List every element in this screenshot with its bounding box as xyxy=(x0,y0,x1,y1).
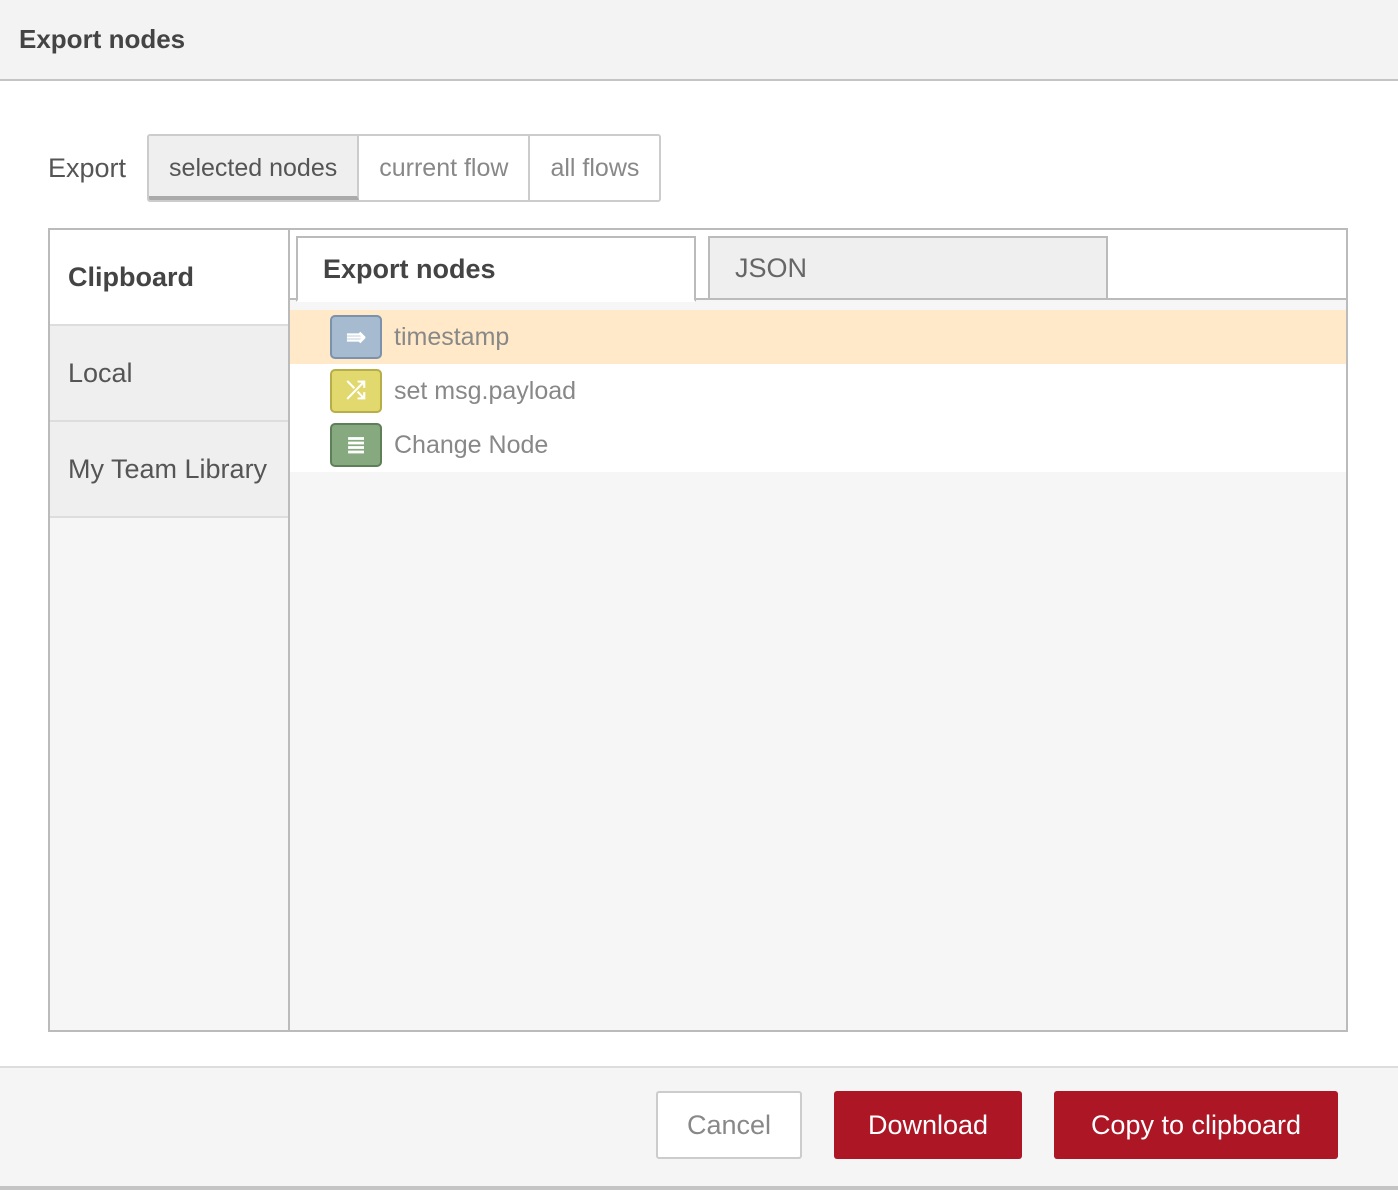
export-scope-row: Export selected nodes current flow all f… xyxy=(48,134,662,202)
list-icon: ≣ xyxy=(330,423,382,467)
dialog-footer: Cancel Download Copy to clipboard xyxy=(0,1066,1398,1190)
arrow-in-icon: ⇛ xyxy=(330,315,382,359)
node-list-item[interactable]: ≣ Change Node xyxy=(290,418,1346,472)
node-label: Change Node xyxy=(394,430,549,459)
shuffle-icon: ⤮ xyxy=(330,369,382,413)
export-content: Export nodes JSON ⇛ timestamp ⤮ set msg.… xyxy=(290,230,1346,1030)
dialog-title: Export nodes xyxy=(19,24,186,54)
tab-export-nodes[interactable]: Export nodes xyxy=(296,236,696,302)
node-list-item[interactable]: ⤮ set msg.payload xyxy=(290,364,1346,418)
scope-selected-nodes-button[interactable]: selected nodes xyxy=(149,136,360,200)
tab-json[interactable]: JSON xyxy=(708,236,1108,300)
copy-to-clipboard-button[interactable]: Copy to clipboard xyxy=(1054,1091,1338,1159)
download-button[interactable]: Download xyxy=(834,1091,1022,1159)
sidebar-item-local[interactable]: Local xyxy=(50,326,288,422)
node-label: set msg.payload xyxy=(394,376,577,405)
export-dialog: Export nodes Export selected nodes curre… xyxy=(0,0,1398,1190)
cancel-button[interactable]: Cancel xyxy=(656,1091,802,1159)
export-tabbar: Export nodes JSON xyxy=(290,230,1346,302)
dialog-titlebar: Export nodes xyxy=(0,0,1398,81)
node-list-item[interactable]: ⇛ timestamp xyxy=(290,310,1346,364)
export-scope-label: Export xyxy=(48,152,127,183)
node-list: ⇛ timestamp ⤮ set msg.payload ≣ Change N… xyxy=(290,310,1346,472)
scope-current-flow-button[interactable]: current flow xyxy=(359,136,531,200)
sidebar-item-team-library[interactable]: My Team Library xyxy=(50,422,288,518)
node-label: timestamp xyxy=(394,322,510,351)
sidebar-item-clipboard[interactable]: Clipboard xyxy=(50,230,288,326)
scope-all-flows-button[interactable]: all flows xyxy=(530,136,660,200)
export-target-sidebar: Clipboard Local My Team Library xyxy=(50,230,290,1030)
export-scope-group: selected nodes current flow all flows xyxy=(147,134,662,202)
export-panel: Clipboard Local My Team Library Export n… xyxy=(48,228,1348,1032)
